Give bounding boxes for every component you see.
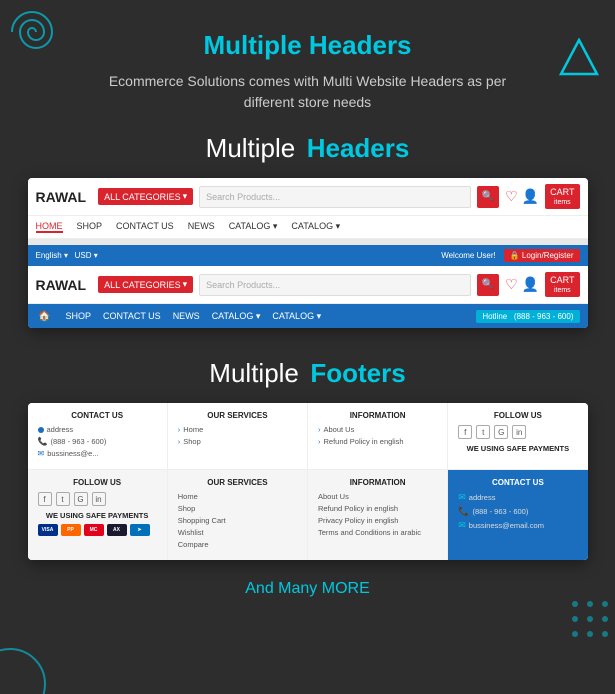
mock2-categories-btn: ALL CATEGORIES ▾ bbox=[98, 276, 193, 293]
mock2-home-icon: 🏠 bbox=[36, 307, 54, 325]
headers-plain-text: Multiple bbox=[206, 133, 296, 163]
payment-amex: AX bbox=[107, 524, 127, 536]
mock2-hotline: Hotline (888 - 963 - 600) bbox=[476, 310, 579, 323]
r2-social-linkedin: in bbox=[92, 492, 106, 506]
footer-r2-home: Home bbox=[178, 492, 297, 501]
footer-r2-privacy: Privacy Policy in english bbox=[318, 516, 437, 525]
footer-payment-icons: VISA PP MC AX ➤ bbox=[38, 524, 157, 536]
footer-col2-shop: › Shop bbox=[178, 437, 297, 446]
mock1-cart: CART items bbox=[545, 184, 579, 209]
and-many-more: And Many MORE bbox=[20, 580, 595, 598]
footer-r2-address: ✉ address bbox=[458, 492, 577, 503]
footer-col1-phone: 📞 (888 - 963 - 600) bbox=[38, 437, 157, 446]
footer-safe-payments-label: WE USING SAFE PAYMENTS bbox=[458, 444, 577, 453]
footer-col3-title: INFORMATION bbox=[318, 411, 437, 420]
payment-other: ➤ bbox=[130, 524, 150, 536]
footer-row-2: FOLLOW US f t G in WE USING SAFE PAYMENT… bbox=[28, 470, 588, 560]
mock2-search: Search Products... bbox=[199, 274, 471, 296]
headers-colored-text: Headers bbox=[307, 133, 410, 163]
footer-r2-follow-title: FOLLOW US bbox=[38, 478, 157, 487]
social-twitter: t bbox=[476, 425, 490, 439]
footer-r2-col4-contact: CONTACT US ✉ address 📞 (888 - 963 - 600)… bbox=[448, 470, 587, 560]
bottom-decoration bbox=[0, 614, 90, 694]
mock2-login-btn: 🔒 Login/Register bbox=[504, 249, 580, 262]
footer-r2-col2-services: OUR SERVICES Home Shop Shopping Cart Wis… bbox=[168, 470, 308, 560]
footer-r2-safe-label: WE USING SAFE PAYMENTS bbox=[38, 511, 157, 520]
mock1-nav-news: NEWS bbox=[188, 221, 215, 233]
mock2-nav-shop: SHOP bbox=[66, 311, 92, 321]
footer-col1-address: address bbox=[38, 425, 157, 434]
footer-col3-about: › About Us bbox=[318, 425, 437, 434]
header-mock-2-main: RAWAL ALL CATEGORIES ▾ Search Products..… bbox=[28, 266, 588, 304]
footer-col2-title: OUR SERVICES bbox=[178, 411, 297, 420]
footer-col1-contact: CONTACT US address 📞 (888 - 963 - 600) ✉… bbox=[28, 403, 168, 469]
mock2-nav-contact: CONTACT US bbox=[103, 311, 161, 321]
header-mock-2-nav: 🏠 SHOP CONTACT US NEWS CATALOG ▾ CATALOG… bbox=[28, 304, 588, 328]
mock1-nav-catalog2: CATALOG ▾ bbox=[291, 221, 340, 233]
mock1-search-btn: 🔍 bbox=[477, 186, 499, 208]
mock1-nav-contact: CONTACT US bbox=[116, 221, 174, 233]
mock2-cart: CART items bbox=[545, 272, 579, 297]
mock1-nav-catalog1: CATALOG ▾ bbox=[229, 221, 278, 233]
mock1-nav-shop: SHOP bbox=[77, 221, 103, 233]
mock1-nav-home: HOME bbox=[36, 221, 63, 233]
mock1-logo: RAWAL bbox=[36, 189, 87, 205]
r2-social-facebook: f bbox=[38, 492, 52, 506]
mock2-nav-catalog2: CATALOG ▾ bbox=[272, 311, 321, 322]
mock2-nav-catalog1: CATALOG ▾ bbox=[212, 311, 261, 322]
headers-subheading: Multiple Headers bbox=[20, 133, 595, 164]
social-linkedin: in bbox=[512, 425, 526, 439]
header-mock-1-nav: HOME SHOP CONTACT US NEWS CATALOG ▾ CATA… bbox=[28, 216, 588, 239]
footer-r2-shop: Shop bbox=[178, 504, 297, 513]
section-subtitle: Ecommerce Solutions comes with Multi Web… bbox=[98, 71, 518, 113]
footer-r2-about: About Us bbox=[318, 492, 437, 501]
mock2-logo: RAWAL bbox=[36, 277, 87, 293]
footer-col3-refund: › Refund Policy in english bbox=[318, 437, 437, 446]
footer-r2-phone: 📞 (888 - 963 - 600) bbox=[458, 506, 577, 517]
mock1-icons: ♡ 👤 bbox=[505, 188, 539, 205]
social-google: G bbox=[494, 425, 508, 439]
r2-social-twitter: t bbox=[56, 492, 70, 506]
footer-col3-info: INFORMATION › About Us › Refund Policy i… bbox=[308, 403, 448, 469]
footer-r2-col1-follow: FOLLOW US f t G in WE USING SAFE PAYMENT… bbox=[28, 470, 168, 560]
footers-heading: Multiple Footers bbox=[20, 358, 595, 389]
footer-r2-contact-title: CONTACT US bbox=[458, 478, 577, 487]
header-mockups-container: RAWAL ALL CATEGORIES ▾ Search Products..… bbox=[28, 178, 588, 328]
payment-visa: VISA bbox=[38, 524, 58, 536]
payment-paypal: PP bbox=[61, 524, 81, 536]
footer-r2-cart: Shopping Cart bbox=[178, 516, 297, 525]
footer-col2-services: OUR SERVICES › Home › Shop bbox=[168, 403, 308, 469]
footer-col1-title: CONTACT US bbox=[38, 411, 157, 420]
r2-social-google: G bbox=[74, 492, 88, 506]
social-facebook: f bbox=[458, 425, 472, 439]
payment-mc: MC bbox=[84, 524, 104, 536]
footer-r2-terms: Terms and Conditions in arabic bbox=[318, 528, 437, 537]
footer-r2-col3-info: INFORMATION About Us Refund Policy in en… bbox=[308, 470, 448, 560]
footer-r2-wishlist: Wishlist bbox=[178, 528, 297, 537]
mock2-nav-news: NEWS bbox=[173, 311, 200, 321]
mock1-search: Search Products... bbox=[199, 186, 471, 208]
address-icon bbox=[38, 427, 44, 433]
footer-col1-email: ✉ bussiness@e... bbox=[38, 449, 157, 458]
footer-r2-refund: Refund Policy in english bbox=[318, 504, 437, 513]
footer-social-icons: f t G in bbox=[458, 425, 577, 439]
footer-r2-email: ✉ bussiness@email.com bbox=[458, 520, 577, 531]
footer-row-1: CONTACT US address 📞 (888 - 963 - 600) ✉… bbox=[28, 403, 588, 470]
footer-col4-follow: FOLLOW US f t G in WE USING SAFE PAYMENT… bbox=[448, 403, 587, 469]
footer-col2-home: › Home bbox=[178, 425, 297, 434]
footer-r2-services-title: OUR SERVICES bbox=[178, 478, 297, 487]
footer-col4-title: FOLLOW US bbox=[458, 411, 577, 420]
header-mock-1-top: RAWAL ALL CATEGORIES ▾ Search Products..… bbox=[28, 178, 588, 216]
footer-mockup-container: CONTACT US address 📞 (888 - 963 - 600) ✉… bbox=[28, 403, 588, 560]
footer-r2-social-icons: f t G in bbox=[38, 492, 157, 506]
mock1-categories-btn: ALL CATEGORIES ▾ bbox=[98, 188, 193, 205]
footer-r2-info-title: INFORMATION bbox=[318, 478, 437, 487]
header-mock-2-topbar: English ▾ USD ▾ Welcome User! 🔒 Login/Re… bbox=[28, 245, 588, 266]
mock2-search-btn: 🔍 bbox=[477, 274, 499, 296]
footers-plain-text: Multiple bbox=[209, 358, 299, 388]
footer-r2-compare: Compare bbox=[178, 540, 297, 549]
mock2-icons: ♡ 👤 bbox=[505, 276, 539, 293]
footers-colored-text: Footers bbox=[310, 358, 405, 388]
section-main-title: Multiple Headers bbox=[20, 30, 595, 61]
